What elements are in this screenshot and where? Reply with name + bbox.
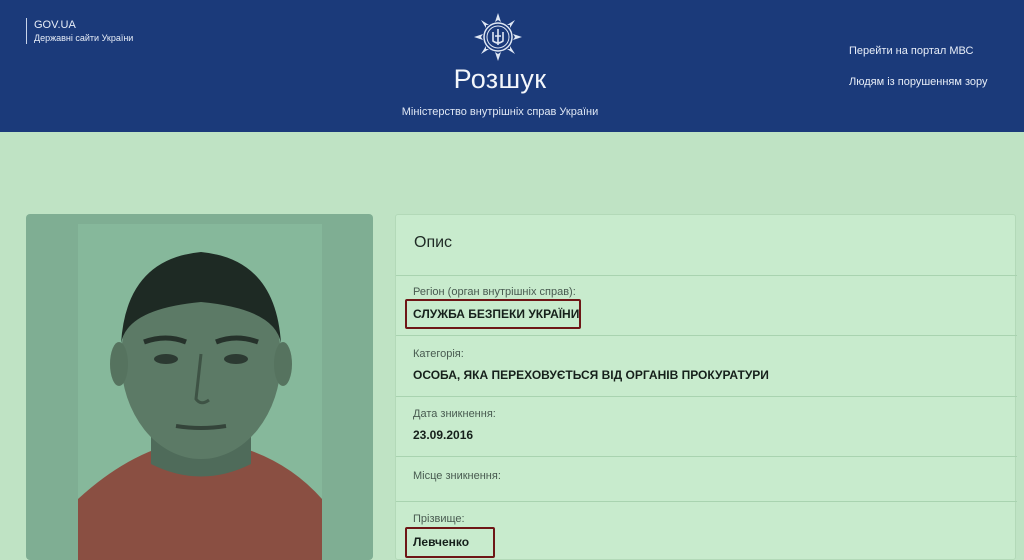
person-photo [26,214,373,560]
divider [396,456,1017,457]
site-header: GOV.UA Державні сайти України Розшук Мін… [0,0,1024,132]
divider [396,335,1017,336]
description-heading: Опис [414,234,453,251]
ministry-subtitle: Міністерство внутрішніх справ України [401,106,599,118]
category-value: ОСОБА, ЯКА ПЕРЕХОВУЄТЬСЯ ВІД ОРГАНІВ ПРО… [413,368,769,382]
accessibility-link[interactable]: Людям із порушенням зору [849,76,988,88]
portrait-image [78,252,322,560]
divider [396,275,1017,276]
divider [396,501,1017,502]
mvs-portal-link[interactable]: Перейти на портал МВС [849,45,973,57]
police-emblem-icon [473,12,523,62]
surname-label: Прізвище: [413,513,465,525]
divider [396,396,1017,397]
place-label: Місце зникнення: [413,470,501,482]
gov-ua-subtitle: Державні сайти України [34,33,134,43]
gov-ua-title: GOV.UA [34,19,76,31]
description-panel: Опис Регіон (орган внутрішніх справ): СЛ… [395,214,1017,560]
date-label: Дата зникнення: [413,408,496,420]
region-label: Регіон (орган внутрішніх справ): [413,286,576,298]
date-value: 23.09.2016 [413,428,474,442]
gov-ua-link[interactable]: GOV.UA Державні сайти України [26,18,133,44]
category-label: Категорія: [413,348,464,360]
page-title: Розшук [453,64,547,94]
highlight-box [405,527,495,558]
highlight-box [405,299,581,329]
